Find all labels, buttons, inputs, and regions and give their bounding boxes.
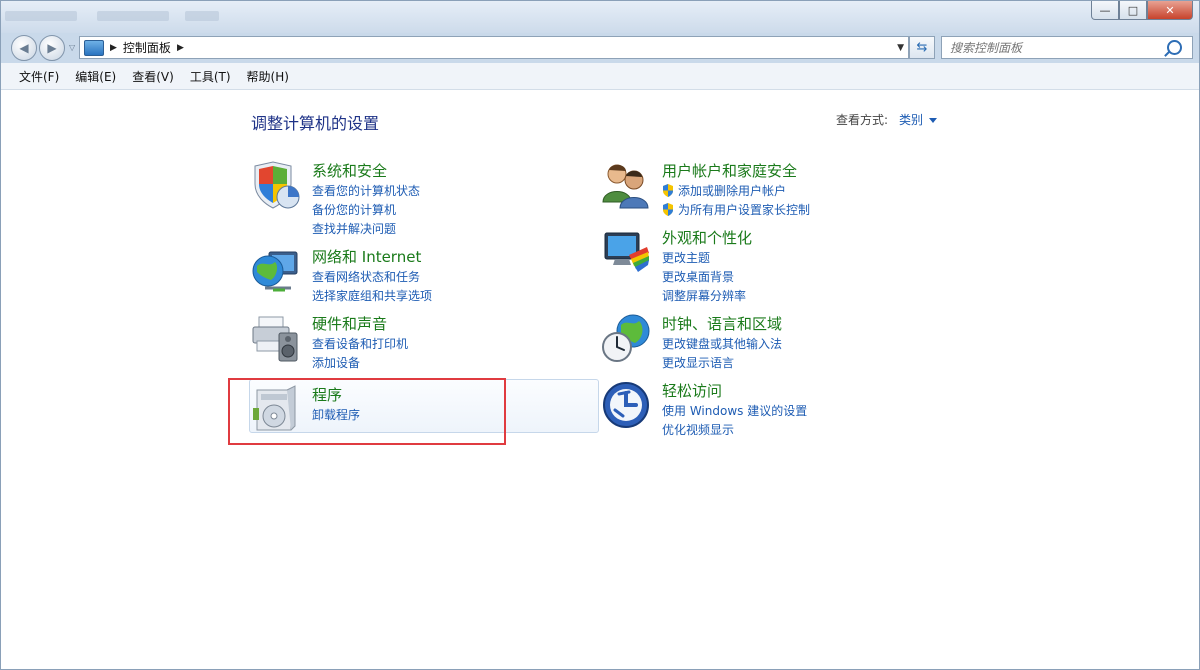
- link-view-computer-status[interactable]: 查看您的计算机状态: [312, 182, 420, 201]
- category-title[interactable]: 外观和个性化: [662, 227, 752, 248]
- users-icon[interactable]: [601, 160, 651, 210]
- forward-button[interactable]: ▶: [39, 35, 65, 61]
- category-user-accounts: 用户帐户和家庭安全 添加或删除用户帐户 为所有用户设置家长控制: [601, 160, 941, 220]
- category-title[interactable]: 轻松访问: [662, 380, 722, 401]
- link-uninstall-program[interactable]: 卸载程序: [312, 406, 360, 425]
- address-dropdown-icon[interactable]: ▼: [897, 43, 904, 53]
- blurred-title-segment: [5, 11, 77, 21]
- category-programs: 程序 卸载程序: [251, 384, 591, 431]
- forward-arrow-icon: ▶: [47, 41, 57, 55]
- link-change-desktop-background[interactable]: 更改桌面背景: [662, 268, 746, 287]
- link-backup-computer[interactable]: 备份您的计算机: [312, 201, 420, 220]
- link-devices-printers[interactable]: 查看设备和打印机: [312, 335, 408, 354]
- category-hardware-sound: 硬件和声音 查看设备和打印机 添加设备: [251, 313, 591, 373]
- back-arrow-icon: ◀: [19, 41, 29, 55]
- ease-of-access-icon[interactable]: [601, 380, 651, 430]
- link-parental-controls[interactable]: 为所有用户设置家长控制: [663, 201, 811, 220]
- refresh-icon: ⇆: [916, 40, 928, 55]
- link-find-fix-problems[interactable]: 查找并解决问题: [312, 220, 420, 239]
- link-optimize-video-display[interactable]: 优化视频显示: [662, 421, 807, 440]
- menu-tools[interactable]: 工具(T): [182, 68, 239, 85]
- category-title[interactable]: 网络和 Internet: [312, 246, 421, 267]
- category-network-internet: 网络和 Internet 查看网络状态和任务 选择家庭组和共享选项: [251, 246, 591, 306]
- close-button[interactable]: ✕: [1147, 1, 1193, 20]
- globe-network-icon[interactable]: [251, 246, 301, 296]
- category-title[interactable]: 用户帐户和家庭安全: [662, 160, 797, 181]
- category-ease-access: 轻松访问 使用 Windows 建议的设置 优化视频显示: [601, 380, 941, 440]
- breadcrumb-arrow-icon[interactable]: ▶: [177, 43, 184, 53]
- link-change-theme[interactable]: 更改主题: [662, 249, 746, 268]
- control-panel-icon: [84, 39, 104, 56]
- link-adjust-resolution[interactable]: 调整屏幕分辨率: [662, 287, 746, 306]
- breadcrumb-arrow-icon[interactable]: ▶: [110, 43, 117, 53]
- uac-shield-icon: [663, 203, 673, 216]
- category-appearance: 外观和个性化 更改主题 更改桌面背景 调整屏幕分辨率: [601, 227, 941, 307]
- clock-globe-icon[interactable]: [601, 313, 651, 363]
- program-box-icon[interactable]: [251, 384, 301, 434]
- monitor-palette-icon[interactable]: [601, 227, 651, 277]
- blurred-title-segment: [185, 11, 219, 21]
- content-area: 调整计算机的设置 查看方式: 类别 系统和安全 查看您的计算机状态 备份您的计算…: [1, 90, 1199, 669]
- view-by-dropdown[interactable]: 类别: [899, 111, 938, 128]
- address-row: ◀ ▶ ▽ ▶ 控制面板 ▶ ▼ ⇆: [1, 33, 1199, 61]
- link-text: 添加或删除用户帐户: [678, 184, 787, 198]
- category-system-security: 系统和安全 查看您的计算机状态 备份您的计算机 查找并解决问题: [251, 160, 591, 240]
- page-title: 调整计算机的设置: [251, 114, 380, 133]
- printer-speaker-icon[interactable]: [251, 313, 301, 363]
- category-title[interactable]: 系统和安全: [312, 160, 387, 181]
- category-title[interactable]: 时钟、语言和区域: [662, 313, 782, 334]
- link-homegroup-sharing[interactable]: 选择家庭组和共享选项: [312, 287, 432, 306]
- category-clock-region: 时钟、语言和区域 更改键盘或其他输入法 更改显示语言: [601, 313, 941, 373]
- category-title[interactable]: 程序: [312, 384, 342, 405]
- back-button[interactable]: ◀: [11, 35, 37, 61]
- minimize-button[interactable]: —: [1091, 1, 1119, 20]
- link-change-display-language[interactable]: 更改显示语言: [662, 354, 782, 373]
- history-dropdown-icon[interactable]: ▽: [69, 43, 75, 52]
- link-view-network-status[interactable]: 查看网络状态和任务: [312, 268, 432, 287]
- search-input[interactable]: [942, 39, 1167, 56]
- link-change-keyboard-input[interactable]: 更改键盘或其他输入法: [662, 335, 782, 354]
- title-bar[interactable]: — □ ✕: [1, 1, 1199, 33]
- search-box[interactable]: [941, 36, 1193, 59]
- menu-edit[interactable]: 编辑(E): [67, 68, 124, 85]
- blurred-title-segment: [97, 11, 169, 21]
- address-bar[interactable]: ▶ 控制面板 ▶ ▼: [79, 36, 909, 59]
- refresh-button[interactable]: ⇆: [909, 36, 935, 59]
- search-icon[interactable]: [1167, 40, 1182, 55]
- menu-help[interactable]: 帮助(H): [239, 68, 297, 85]
- view-by-value: 类别: [899, 113, 924, 127]
- uac-shield-icon: [663, 184, 673, 197]
- link-add-remove-accounts[interactable]: 添加或删除用户帐户: [663, 182, 810, 201]
- menu-file[interactable]: 文件(F): [1, 68, 67, 85]
- shield-pie-icon[interactable]: [251, 160, 301, 210]
- view-by-label: 查看方式:: [836, 113, 889, 127]
- maximize-button[interactable]: □: [1119, 1, 1147, 20]
- link-add-device[interactable]: 添加设备: [312, 354, 408, 373]
- category-title[interactable]: 硬件和声音: [312, 313, 387, 334]
- caret-down-icon: [929, 118, 938, 123]
- link-windows-recommended-settings[interactable]: 使用 Windows 建议的设置: [662, 402, 807, 421]
- link-text: 为所有用户设置家长控制: [678, 203, 811, 217]
- control-panel-window: — □ ✕ ◀ ▶ ▽ ▶ 控制面板 ▶ ▼ ⇆ 文件(F) 编辑(E): [0, 0, 1200, 670]
- breadcrumb-control-panel[interactable]: 控制面板: [123, 39, 171, 56]
- menu-bar: 文件(F) 编辑(E) 查看(V) 工具(T) 帮助(H): [1, 63, 1199, 90]
- menu-view[interactable]: 查看(V): [124, 68, 182, 85]
